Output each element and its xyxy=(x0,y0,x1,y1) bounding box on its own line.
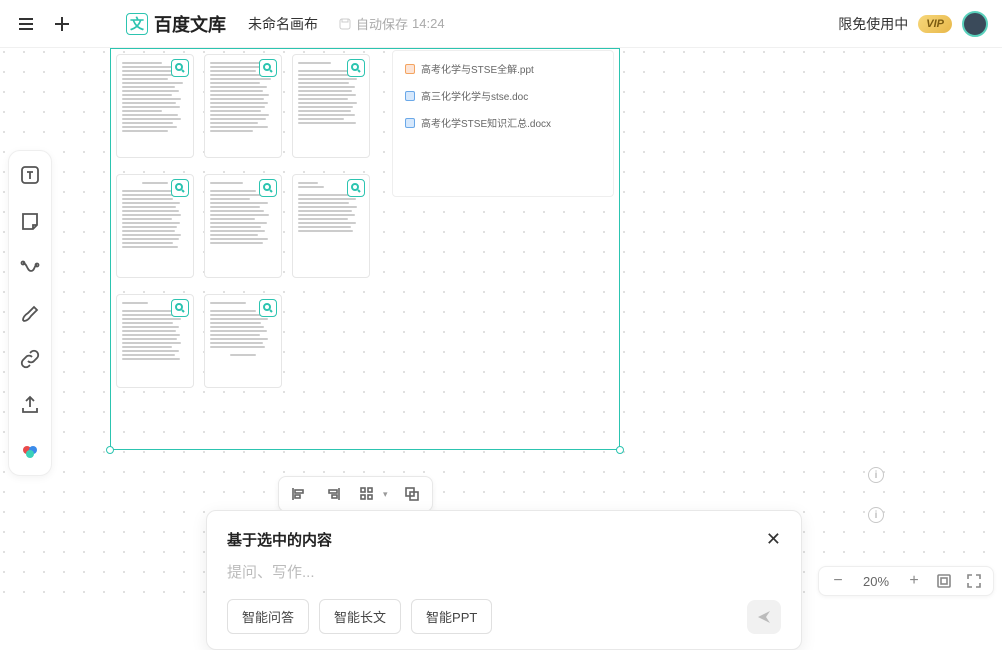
file-list-card[interactable]: 高考化学与STSE全解.ppt 高三化学化学与stse.doc 高考化学STSE… xyxy=(392,50,614,197)
magnify-icon[interactable] xyxy=(259,179,277,197)
left-toolbar xyxy=(8,150,52,476)
zoom-controls: − 20% + xyxy=(818,566,994,596)
logo-text: 百度文库 xyxy=(154,11,226,37)
trial-status: 限免使用中 xyxy=(838,14,908,34)
doc-thumbnail[interactable] xyxy=(204,174,282,278)
autosave-label: 自动保存 xyxy=(356,14,408,33)
avatar[interactable] xyxy=(962,11,988,37)
pen-tool[interactable] xyxy=(16,299,44,327)
text-tool[interactable] xyxy=(16,161,44,189)
magnify-icon[interactable] xyxy=(347,179,365,197)
cloud-tool[interactable] xyxy=(16,437,44,465)
alignment-toolbar: ▾ xyxy=(278,476,433,512)
ai-chip-longtext[interactable]: 智能长文 xyxy=(319,599,401,634)
logo[interactable]: 文 百度文库 xyxy=(126,11,226,37)
ai-chip-qa[interactable]: 智能问答 xyxy=(227,599,309,634)
magnify-icon[interactable] xyxy=(171,59,189,77)
upload-tool[interactable] xyxy=(16,391,44,419)
menu-button[interactable] xyxy=(14,12,38,36)
selection-handle-br[interactable] xyxy=(616,446,624,454)
doc-thumbnail[interactable] xyxy=(292,174,370,278)
vip-badge[interactable]: VIP xyxy=(918,15,952,33)
doc-icon xyxy=(405,91,415,101)
fullscreen-button[interactable] xyxy=(965,572,983,590)
magnify-icon[interactable] xyxy=(171,299,189,317)
link-tool[interactable] xyxy=(16,345,44,373)
doc-thumbnail[interactable] xyxy=(116,54,194,158)
doc-icon xyxy=(405,118,415,128)
send-button[interactable] xyxy=(747,600,781,634)
close-button[interactable]: ✕ xyxy=(766,529,781,550)
ai-panel: 基于选中的内容 ✕ 智能问答 智能长文 智能PPT xyxy=(206,510,802,650)
ppt-icon xyxy=(405,64,415,74)
file-row[interactable]: 高考化学与STSE全解.ppt xyxy=(393,55,613,82)
canvas-title[interactable]: 未命名画布 xyxy=(248,14,318,34)
app-header: 文 百度文库 未命名画布 自动保存 14:24 限免使用中 VIP xyxy=(0,0,1002,48)
doc-thumbnail[interactable] xyxy=(204,294,282,388)
file-name: 高考化学与STSE全解.ppt xyxy=(421,61,534,76)
chevron-down-icon[interactable]: ▾ xyxy=(383,489,388,500)
zoom-out-button[interactable]: − xyxy=(829,572,847,590)
align-right-button[interactable] xyxy=(323,484,343,504)
magnify-icon[interactable] xyxy=(259,299,277,317)
doc-thumbnail[interactable] xyxy=(116,174,194,278)
doc-thumbnail[interactable] xyxy=(292,54,370,158)
ai-prompt-input[interactable] xyxy=(227,564,781,581)
magnify-icon[interactable] xyxy=(259,59,277,77)
new-button[interactable] xyxy=(50,12,74,36)
canvas-area[interactable]: 高考化学与STSE全解.ppt 高三化学化学与stse.doc 高考化学STSE… xyxy=(0,48,1002,602)
doc-thumbnail[interactable] xyxy=(204,54,282,158)
ai-chip-ppt[interactable]: 智能PPT xyxy=(411,599,492,634)
grid-button[interactable] xyxy=(357,484,377,504)
align-left-button[interactable] xyxy=(289,484,309,504)
info-icon[interactable]: i xyxy=(868,467,884,483)
doc-thumbnail[interactable] xyxy=(116,294,194,388)
group-button[interactable] xyxy=(402,484,422,504)
zoom-value[interactable]: 20% xyxy=(859,574,893,589)
selection-handle-bl[interactable] xyxy=(106,446,114,454)
ai-panel-title: 基于选中的内容 xyxy=(227,529,332,550)
magnify-icon[interactable] xyxy=(171,179,189,197)
fit-screen-button[interactable] xyxy=(935,572,953,590)
logo-icon: 文 xyxy=(126,13,148,35)
file-name: 高考化学STSE知识汇总.docx xyxy=(421,115,551,130)
autosave-status: 自动保存 14:24 xyxy=(338,14,445,33)
file-name: 高三化学化学与stse.doc xyxy=(421,88,528,103)
autosave-time: 14:24 xyxy=(412,16,445,31)
file-row[interactable]: 高三化学化学与stse.doc xyxy=(393,82,613,109)
file-row[interactable]: 高考化学STSE知识汇总.docx xyxy=(393,109,613,136)
zoom-in-button[interactable]: + xyxy=(905,572,923,590)
info-icon[interactable]: i xyxy=(868,507,884,523)
note-tool[interactable] xyxy=(16,207,44,235)
magnify-icon[interactable] xyxy=(347,59,365,77)
connector-tool[interactable] xyxy=(16,253,44,281)
